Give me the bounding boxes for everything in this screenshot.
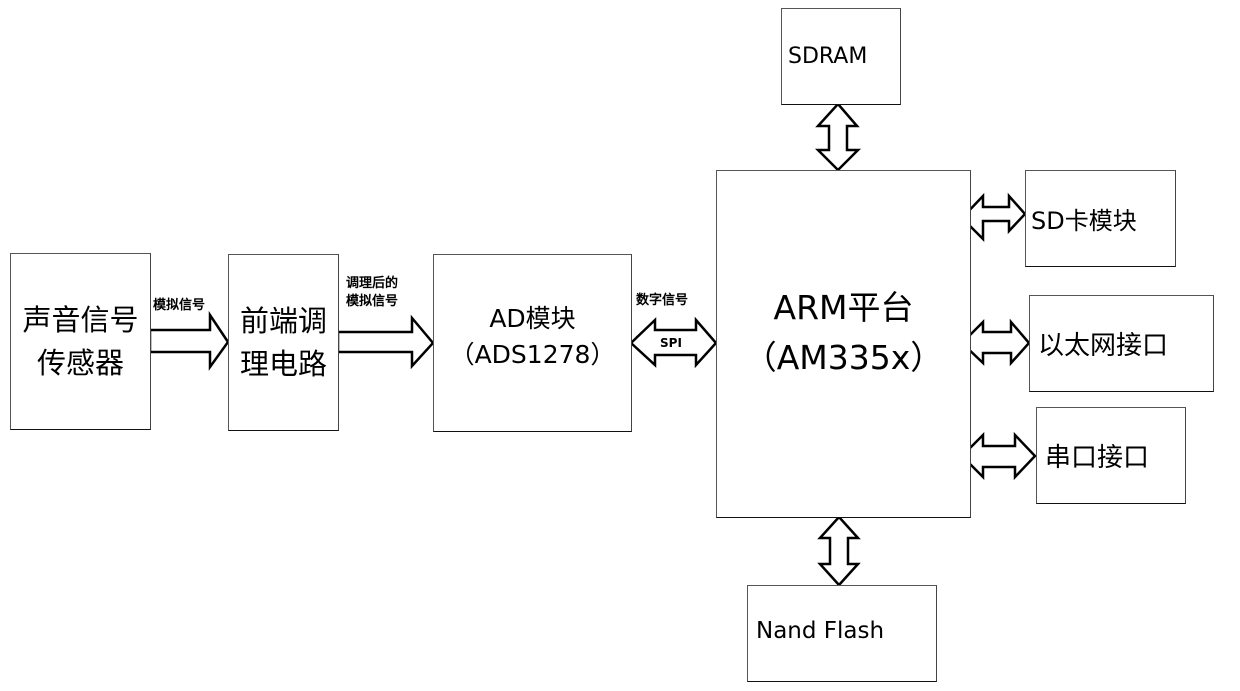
sdcard-label: SD卡模块	[1031, 207, 1137, 235]
label-digital-signal: 数字信号	[636, 293, 689, 308]
block-ad-module: AD模块 （ADS1278）	[433, 254, 632, 432]
ad-line-1: AD模块	[489, 303, 576, 333]
block-sound-sensor: 声音信号 传感器	[10, 253, 151, 430]
sensor-line-1: 声音信号	[22, 303, 139, 338]
sensor-line-2: 传感器	[36, 345, 124, 380]
block-frontend-conditioning: 前端调 理电路	[228, 254, 339, 431]
block-serial: 串口接口	[1036, 407, 1186, 504]
ethernet-label: 以太网接口	[1038, 331, 1169, 361]
serial-label: 串口接口	[1045, 443, 1150, 473]
arm-line-1: ARM平台	[773, 288, 914, 327]
conditioned-line-2: 模拟信号	[346, 293, 399, 309]
nand-label: Nand Flash	[756, 618, 885, 644]
frontend-line-2: 理电路	[239, 346, 327, 381]
frontend-line-1: 前端调	[239, 304, 327, 339]
block-sd-card: SD卡模块	[1025, 170, 1176, 267]
label-conditioned-analog-signal: 调理后的 模拟信号	[346, 275, 398, 310]
block-arm-platform: ARM平台 （AM335x）	[716, 170, 971, 518]
arrow-arm-sdram	[814, 102, 862, 172]
sdram-label: SDRAM	[788, 44, 868, 69]
arrow-arm-serial	[960, 431, 1037, 481]
arrow-arm-sdcard	[960, 192, 1027, 243]
conditioned-line-1: 调理后的	[346, 276, 399, 291]
label-analog-signal: 模拟信号	[153, 298, 206, 313]
block-nand-flash: Nand Flash	[747, 585, 937, 682]
arm-line-2: （AM335x）	[743, 337, 944, 377]
arrow-frontend-to-ad	[336, 314, 435, 370]
label-spi: SPI	[660, 336, 682, 350]
arrow-arm-ethernet	[960, 318, 1031, 367]
arrow-sensor-to-frontend	[148, 310, 230, 371]
arrow-arm-nand	[817, 515, 861, 587]
ad-line-2: （ADS1278）	[449, 340, 616, 369]
block-ethernet: 以太网接口	[1029, 295, 1214, 392]
block-sdram: SDRAM	[781, 8, 901, 105]
